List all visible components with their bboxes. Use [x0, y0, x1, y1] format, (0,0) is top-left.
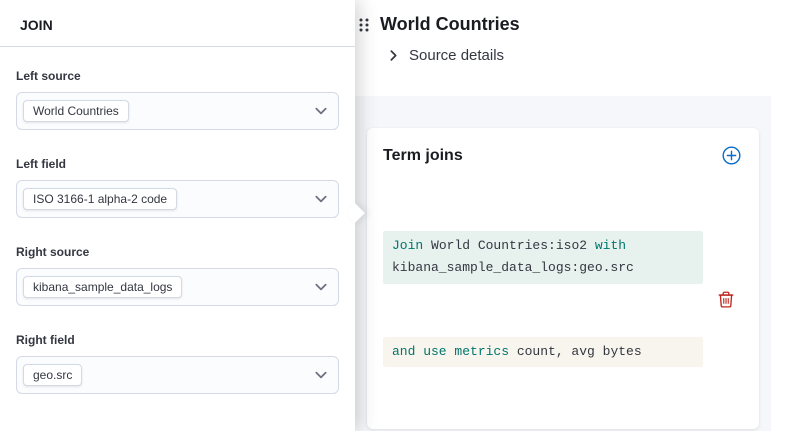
join-popover-title: JOIN [0, 0, 355, 47]
source-details-accordion[interactable]: Source details [387, 47, 504, 64]
grab-icon[interactable] [357, 16, 371, 34]
plus-in-circle-icon [722, 146, 741, 165]
term-joins-card: Term joins Join World Countries:iso2 wit… [367, 128, 759, 429]
selected-option-token: kibana_sample_data_logs [23, 276, 182, 298]
metrics-keyword: and use metrics [392, 344, 517, 359]
trash-icon [717, 290, 735, 308]
left-source-select[interactable]: World Countries [16, 92, 339, 130]
left-field-label: Left field [16, 157, 339, 171]
delete-join-button[interactable] [715, 288, 737, 310]
left-field-select[interactable]: ISO 3166-1 alpha-2 code [16, 180, 339, 218]
join-right-source: kibana_sample_data_logs:geo.src [392, 260, 634, 275]
join-left-source: World Countries:iso2 [431, 238, 595, 253]
right-field-select[interactable]: geo.src [16, 356, 339, 394]
chevron-down-icon [314, 192, 328, 206]
layer-settings-panel: World Countries Source details Term join… [355, 0, 771, 431]
selected-option-token: ISO 3166-1 alpha-2 code [23, 188, 177, 210]
chevron-down-icon [314, 368, 328, 382]
metrics-expression-block: and use metrics count, avg bytes [383, 337, 703, 368]
layer-panel-header: World Countries Source details [355, 0, 771, 96]
join-keyword: Join [392, 238, 431, 253]
with-keyword: with [595, 238, 634, 253]
layer-panel-body: Term joins Join World Countries:iso2 wit… [355, 96, 771, 431]
right-source-select[interactable]: kibana_sample_data_logs [16, 268, 339, 306]
source-details-label: Source details [409, 47, 504, 64]
layer-title: World Countries [380, 14, 520, 35]
chevron-down-icon [314, 280, 328, 294]
join-expression: Join World Countries:iso2 with kibana_sa… [383, 185, 703, 413]
selected-option-token: World Countries [23, 100, 129, 122]
term-joins-title: Term joins [383, 147, 463, 165]
join-row: Join World Countries:iso2 with kibana_sa… [383, 185, 743, 413]
left-source-label: Left source [16, 69, 339, 83]
join-expression-block: Join World Countries:iso2 with kibana_sa… [383, 231, 703, 285]
join-popover: JOIN Left source World Countries Left fi… [0, 0, 355, 431]
selected-option-token: geo.src [23, 364, 82, 386]
chevron-right-icon [387, 49, 400, 62]
metrics-values: count, avg bytes [517, 344, 642, 359]
right-source-label: Right source [16, 245, 339, 259]
add-join-button[interactable] [720, 144, 743, 167]
right-field-label: Right field [16, 333, 339, 347]
chevron-down-icon [314, 104, 328, 118]
